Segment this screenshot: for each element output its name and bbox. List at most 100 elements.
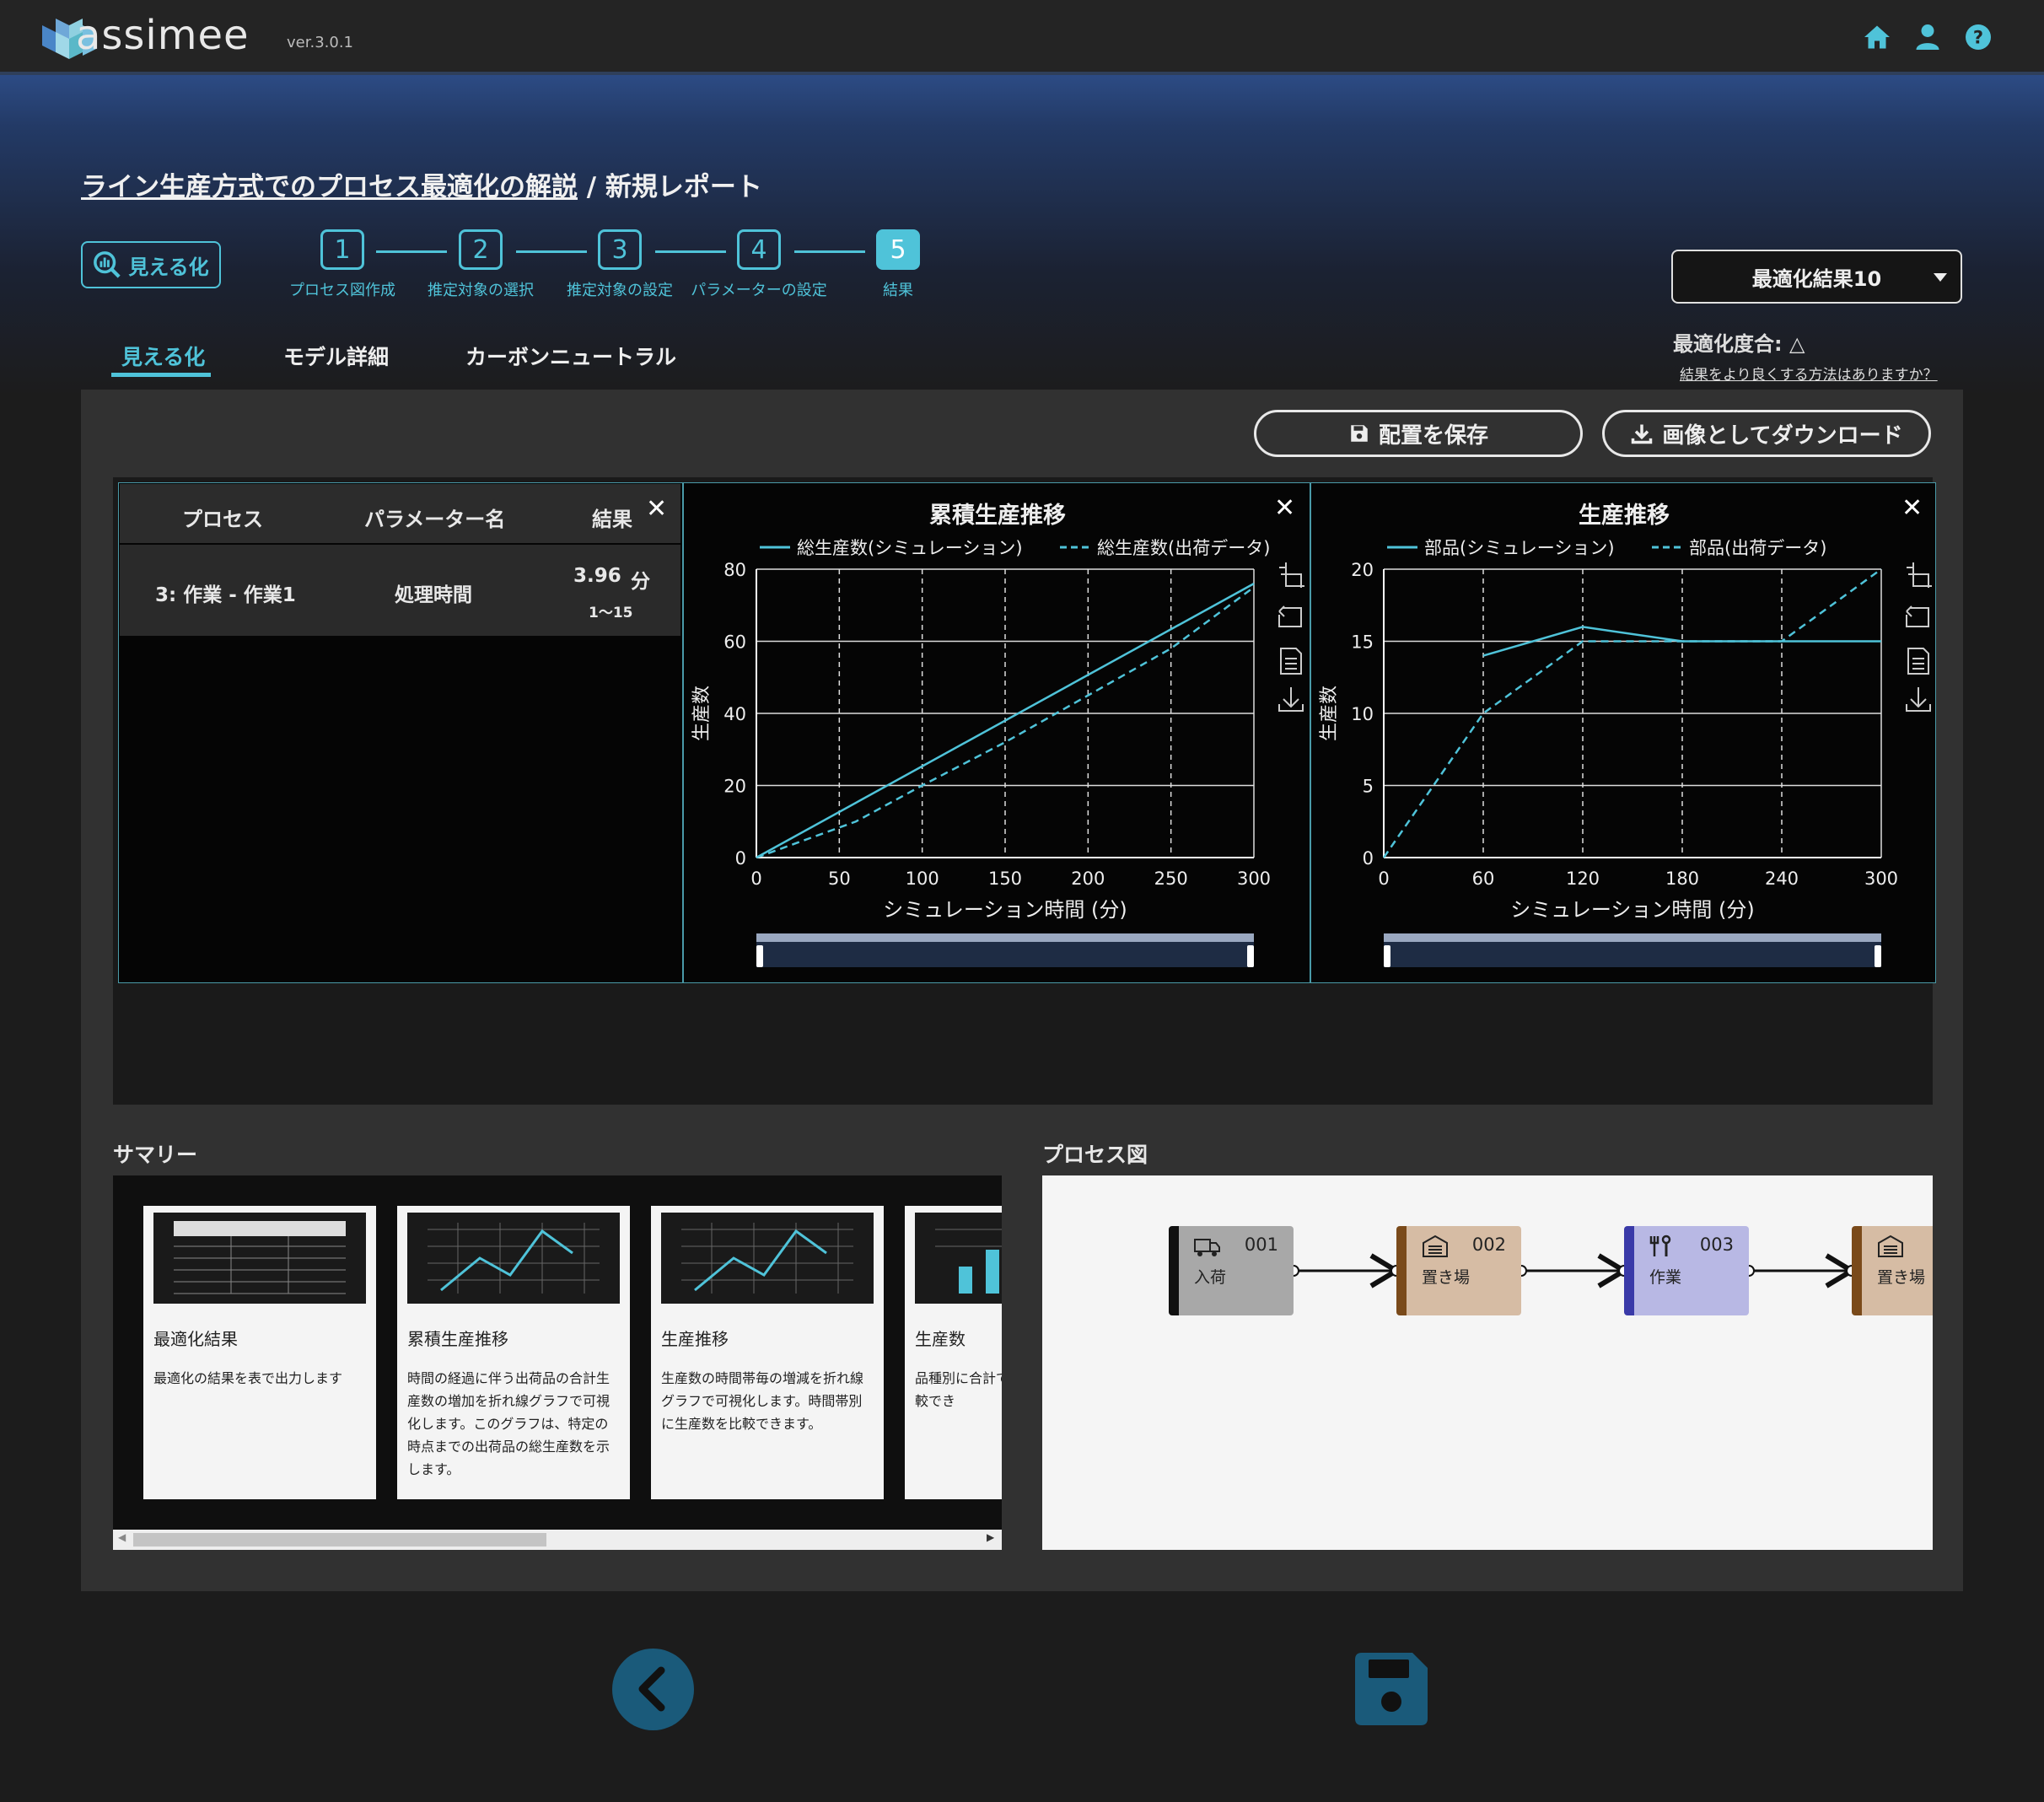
- chart-search-icon: [94, 251, 121, 278]
- optimization-result-select[interactable]: 最適化結果10: [1671, 250, 1962, 304]
- improve-results-link[interactable]: 結果をより良くする方法はありますか？: [1680, 363, 1938, 384]
- save-icon[interactable]: [1355, 1653, 1428, 1725]
- top-bar: assimee ver.3.0.1 ?: [0, 0, 2044, 75]
- svg-text:?: ?: [1973, 28, 1983, 48]
- step-connector: [376, 250, 447, 253]
- process-diagram-heading: プロセス図: [1042, 1143, 1148, 1167]
- table-thumbnail-icon: [153, 1213, 366, 1304]
- summary-card-cumulative[interactable]: 累積生産推移 時間の経過に伴う出荷品の合計生産数の増加を折れ線グラフで可視化しま…: [397, 1206, 630, 1499]
- process-node-work[interactable]: 003 作業: [1624, 1226, 1749, 1315]
- series-line: [756, 583, 1255, 859]
- step-4-label: パラメーターの設定: [691, 282, 827, 299]
- node-label: 置き場: [1422, 1268, 1471, 1287]
- x-tick-label: 240: [1765, 869, 1799, 889]
- cumulative-chart-card: 累積生産推移 ✕ 0 20 40 60 80 0 50 100 150 200 250 300 シミュレ…: [683, 482, 1310, 983]
- process-node-receiving[interactable]: 001 入荷: [1169, 1226, 1294, 1315]
- y-tick-label: 0: [735, 848, 746, 869]
- back-button[interactable]: [612, 1649, 694, 1730]
- visualize-button[interactable]: 見える化: [81, 241, 221, 288]
- x-tick-label: 120: [1566, 869, 1600, 889]
- y-tick-label: 80: [723, 560, 746, 580]
- scroll-left-icon[interactable]: ◀: [118, 1531, 126, 1543]
- step-3-label: 推定対象の設定: [567, 282, 673, 299]
- cell-param: 処理時間: [395, 584, 472, 606]
- y-tick-label: 10: [1351, 704, 1374, 724]
- y-tick-label: 20: [723, 777, 746, 797]
- save-image-icon: [1278, 687, 1304, 712]
- step-2[interactable]: 2: [459, 229, 503, 270]
- y-tick-label: 5: [1363, 777, 1374, 797]
- y-tick-label: 20: [1351, 560, 1374, 580]
- node-label: 作業: [1649, 1268, 1682, 1287]
- legend-label: 部品(出荷データ): [1689, 538, 1826, 558]
- legend-label: 総生産数(シミュレーション): [797, 538, 1023, 558]
- tab-model-detail[interactable]: モデル詳細: [283, 341, 389, 371]
- process-node-storage[interactable]: 002 置き場: [1396, 1226, 1521, 1315]
- x-tick-label: 60: [1472, 869, 1495, 889]
- summary-scrollbar[interactable]: ◀ ▶: [113, 1530, 1002, 1550]
- step-4[interactable]: 4: [737, 229, 781, 270]
- warehouse-icon: [1423, 1235, 1448, 1257]
- zoom-handle-right: [1875, 945, 1881, 967]
- chevron-left-icon: [638, 1666, 665, 1712]
- close-icon[interactable]: ✕: [646, 494, 667, 524]
- y-axis-label: 生産数: [691, 686, 713, 741]
- y-tick-label: 60: [723, 632, 746, 653]
- scrollbar-thumb[interactable]: [133, 1533, 546, 1546]
- summary-card-title: 最適化結果: [153, 1329, 238, 1349]
- cell-value: 3.96: [573, 565, 621, 587]
- column-header-process: プロセス: [182, 508, 263, 531]
- y-tick-label: 15: [1351, 632, 1374, 653]
- optimization-result-value: 最適化結果10: [1751, 266, 1882, 291]
- node-label: 置き場: [1877, 1268, 1926, 1287]
- summary-card-count[interactable]: 生産数 品種別に合計で可視化しま数を比較でき: [905, 1206, 1002, 1499]
- step-3[interactable]: 3: [598, 229, 642, 270]
- line-chart-thumbnail-icon: [661, 1213, 874, 1304]
- optimization-degree: 最適化度合: △: [1673, 332, 1805, 356]
- caret-down-icon: [1934, 273, 1947, 282]
- production-chart-card: 生産推移 ✕ 0 5 10 15 20 0 60 120 180 240 300 シミュレーション時間…: [1310, 482, 1936, 983]
- summary-card-optimization[interactable]: 最適化結果 最適化の結果を表で出力します: [143, 1206, 376, 1499]
- save-layout-button[interactable]: 配置を保存: [1254, 410, 1583, 457]
- tab-visualize[interactable]: 見える化: [121, 341, 205, 371]
- tools-icon: [1649, 1235, 1671, 1256]
- summary-card-title: 生産推移: [661, 1329, 729, 1349]
- node-label: 入荷: [1194, 1268, 1227, 1287]
- y-tick-label: 40: [723, 704, 746, 724]
- cell-process: 3: 作業 - 作業1: [155, 584, 296, 606]
- summary-card-desc: 品種別に合計で可視化しま数を比較でき: [915, 1370, 1002, 1409]
- help-icon[interactable]: ?: [1963, 22, 1993, 52]
- zoom-slider-bar: [1384, 933, 1881, 942]
- legend-label: 部品(シミュレーション): [1424, 538, 1615, 558]
- column-header-param: パラメーター名: [364, 508, 506, 531]
- data-view-icon: [1280, 648, 1302, 675]
- summary-carousel[interactable]: 最適化結果 最適化の結果を表で出力します 累積生産推移 時間の経過に伴う出荷品の…: [113, 1175, 1002, 1530]
- download-image-button[interactable]: 画像としてダウンロード: [1602, 410, 1931, 457]
- step-connector: [655, 250, 726, 253]
- x-tick-label: 250: [1154, 869, 1188, 889]
- summary-card-desc: 最適化の結果を表で出力します: [153, 1370, 343, 1386]
- tab-carbon-neutral[interactable]: カーボンニュートラル: [465, 341, 676, 371]
- version-label: ver.3.0.1: [287, 34, 353, 51]
- project-title-link[interactable]: ライン生産方式でのプロセス最適化の解説: [81, 172, 578, 202]
- step-1[interactable]: 1: [320, 229, 364, 270]
- cumulative-chart: 0 20 40 60 80 0 50 100 150 200 250 300 シミュレーション時間 (分…: [691, 538, 1304, 967]
- title-separator: /: [578, 172, 605, 202]
- zoom-handle-left: [1384, 945, 1390, 967]
- summary-heading: サマリー: [113, 1143, 198, 1167]
- process-diagram[interactable]: 001 入荷 002 置き場 003 作業 置き場: [1042, 1175, 1933, 1550]
- bar-chart-thumbnail-icon: [915, 1213, 1002, 1304]
- legend-label: 総生産数(出荷データ): [1097, 538, 1270, 558]
- data-view-icon: [1907, 648, 1929, 675]
- zoom-handle-right: [1247, 945, 1254, 967]
- x-tick-label: 0: [1378, 869, 1389, 889]
- x-axis-label: シミュレーション時間 (分): [883, 898, 1127, 922]
- summary-card-production[interactable]: 生産推移 生産数の時間帯毎の増減を折れ線グラフで可視化します。時間帯別に生産数を…: [651, 1206, 884, 1499]
- process-node-storage-2[interactable]: 置き場: [1852, 1226, 1933, 1315]
- user-icon[interactable]: [1912, 22, 1943, 52]
- cell-range: 1～15: [589, 605, 633, 621]
- x-tick-label: 300: [1864, 869, 1898, 889]
- scroll-right-icon[interactable]: ▶: [987, 1531, 994, 1543]
- home-icon[interactable]: [1862, 22, 1892, 52]
- step-5[interactable]: 5: [876, 229, 920, 270]
